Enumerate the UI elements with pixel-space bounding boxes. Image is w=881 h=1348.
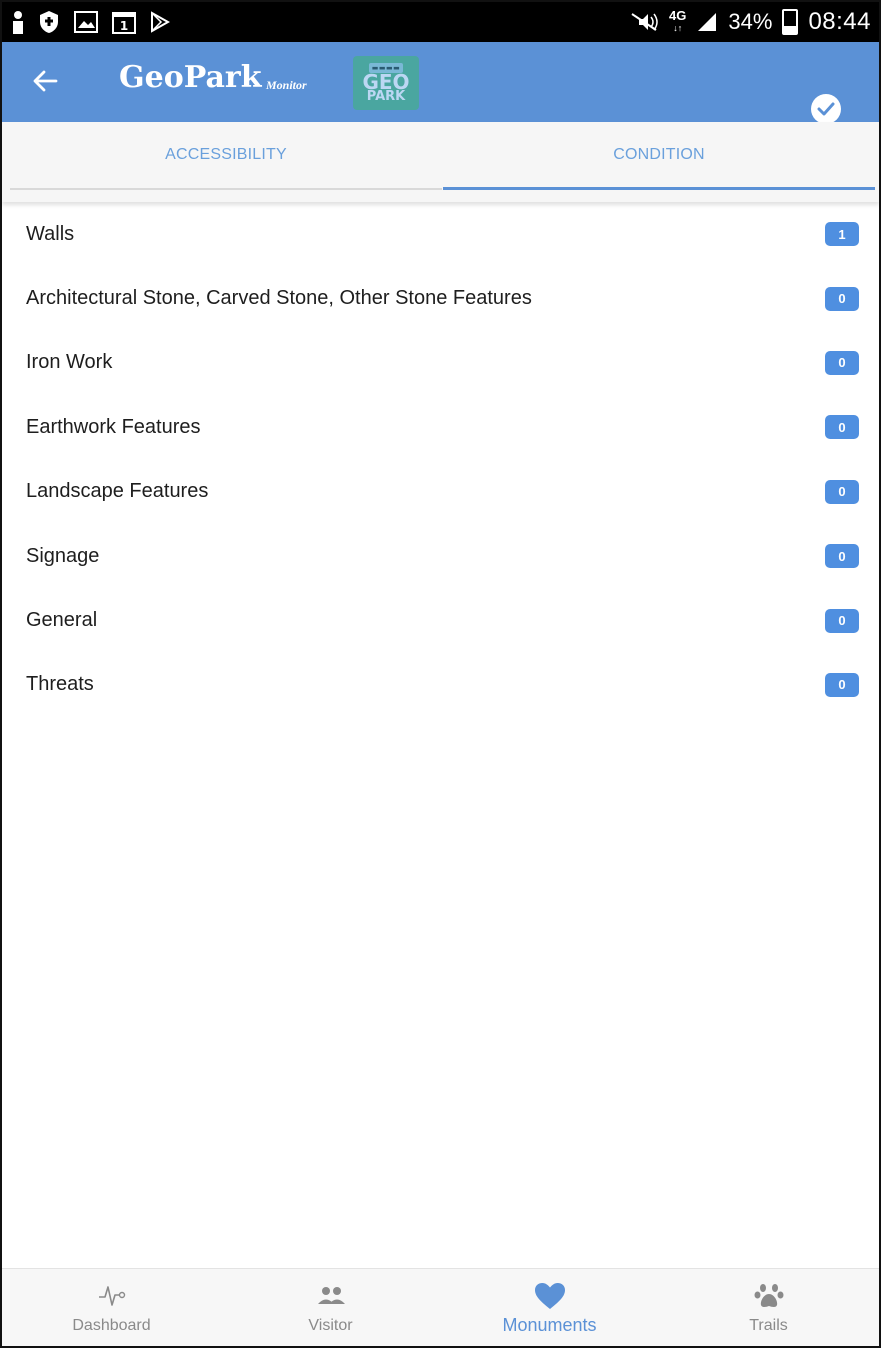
status-left-icons: 1	[2, 10, 170, 34]
count-badge: 0	[825, 672, 859, 697]
bottom-nav: Dashboard Visitor Monuments Trails	[2, 1268, 879, 1346]
clock: 08:44	[808, 8, 871, 35]
nav-trails[interactable]: Trails	[659, 1269, 878, 1346]
image-icon	[74, 11, 98, 33]
list-item-label: Landscape Features	[26, 480, 209, 503]
tab-bar: ACCESSIBILITY CONDITION	[2, 122, 879, 202]
paw-icon	[754, 1281, 784, 1311]
list-item-architectural-stone[interactable]: Architectural Stone, Carved Stone, Other…	[2, 266, 879, 330]
nav-monuments[interactable]: Monuments	[440, 1269, 659, 1346]
count-badge: 0	[825, 544, 859, 569]
count-badge: 0	[825, 286, 859, 311]
battery-icon	[782, 9, 799, 35]
mute-icon	[629, 11, 659, 33]
status-bar: 1 4G ↓↑ 34% 08:44	[2, 2, 879, 42]
count-badge: 0	[825, 479, 859, 504]
count-badge: 0	[825, 608, 859, 633]
nav-visitor[interactable]: Visitor	[221, 1269, 440, 1346]
nav-label: Visitor	[308, 1317, 353, 1334]
count-badge: 0	[825, 415, 859, 440]
signal-icon	[696, 11, 718, 33]
svg-text:1: 1	[120, 19, 128, 33]
nav-label: Trails	[749, 1317, 788, 1334]
app-subtitle: Monitor	[266, 78, 307, 92]
nav-label: Monuments	[502, 1315, 597, 1335]
tab-condition[interactable]: CONDITION	[443, 122, 875, 190]
heart-icon	[534, 1281, 566, 1311]
person-icon	[12, 10, 24, 34]
status-right-icons: 4G ↓↑ 34% 08:44	[629, 8, 879, 36]
shield-icon	[38, 10, 60, 34]
network-label: 4G	[669, 8, 687, 23]
nav-dashboard[interactable]: Dashboard	[2, 1269, 221, 1346]
app-bar: GeoPark Monitor ▬▬▬▬ GEO PARK	[2, 42, 879, 124]
list-item-label: Earthwork Features	[26, 415, 201, 438]
nav-label: Dashboard	[72, 1317, 151, 1334]
geopark-logo: ▬▬▬▬ GEO PARK	[353, 56, 419, 110]
list-item-earthwork-features[interactable]: Earthwork Features 0	[2, 395, 879, 459]
list-item-landscape-features[interactable]: Landscape Features 0	[2, 460, 879, 524]
list-item-threats[interactable]: Threats 0	[2, 653, 879, 717]
play-store-icon	[150, 11, 170, 33]
list-item-label: Iron Work	[26, 351, 113, 374]
condition-list: Walls 1 Architectural Stone, Carved Ston…	[2, 202, 879, 717]
list-item-label: Architectural Stone, Carved Stone, Other…	[26, 287, 532, 310]
tab-accessibility[interactable]: ACCESSIBILITY	[10, 122, 442, 190]
list-item-signage[interactable]: Signage 0	[2, 524, 879, 588]
arrow-left-icon[interactable]	[32, 64, 72, 100]
list-item-walls[interactable]: Walls 1	[2, 202, 879, 266]
check-circle-icon[interactable]	[811, 94, 841, 124]
list-item-label: General	[26, 609, 98, 632]
calendar-icon: 1	[112, 10, 136, 34]
people-icon	[315, 1281, 347, 1311]
battery-percent: 34%	[728, 9, 773, 34]
count-badge: 1	[825, 222, 859, 247]
count-badge: 0	[825, 350, 859, 375]
list-item-label: Threats	[26, 673, 94, 696]
list-item-general[interactable]: General 0	[2, 588, 879, 652]
app-title: GeoPark	[119, 60, 262, 95]
app-frame: 1 4G ↓↑ 34% 08:44 GeoPark Monitor ▬▬▬▬ G…	[0, 0, 881, 1348]
list-item-label: Signage	[26, 544, 100, 567]
network-4g-icon: 4G ↓↑	[669, 8, 687, 33]
list-item-iron-work[interactable]: Iron Work 0	[2, 331, 879, 395]
pulse-icon	[97, 1281, 127, 1311]
list-item-label: Walls	[26, 222, 75, 245]
